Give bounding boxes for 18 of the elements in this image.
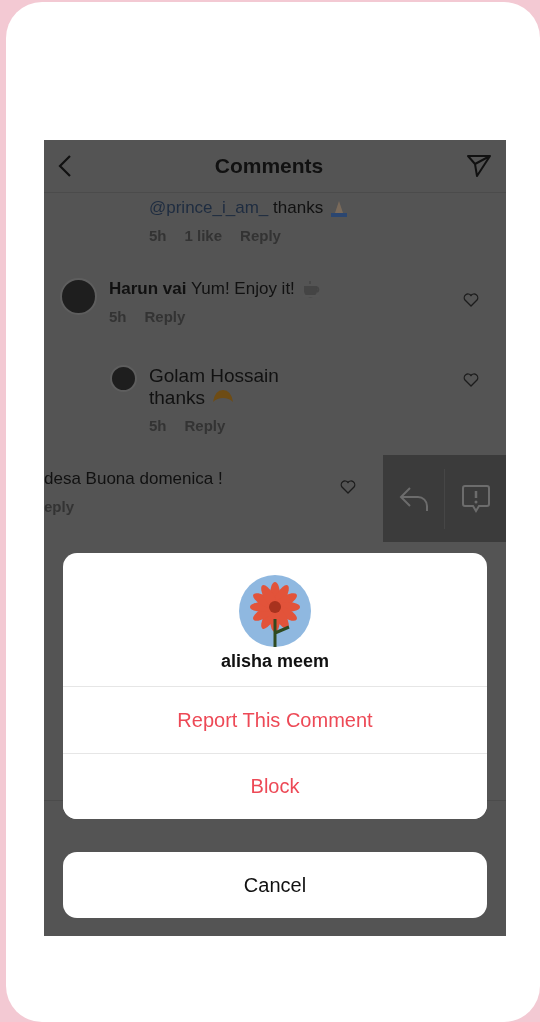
- heart-icon[interactable]: [463, 373, 479, 387]
- avatar[interactable]: [110, 365, 137, 392]
- comment-text: Harun vai Yum! Enjoy it!: [109, 278, 295, 300]
- avatar[interactable]: [60, 278, 97, 315]
- author-name: Golam Hossain: [149, 365, 279, 387]
- avatar-flower-photo: [239, 575, 311, 647]
- heart-icon[interactable]: [340, 480, 356, 494]
- user-name: alisha meem: [220, 651, 330, 672]
- comment-text: thanks: [149, 387, 205, 409]
- send-icon[interactable]: [466, 154, 492, 178]
- report-icon[interactable]: [460, 483, 491, 514]
- comment-text: desa Buona domenica !: [44, 468, 223, 490]
- heart-icon[interactable]: [463, 293, 479, 307]
- back-icon[interactable]: [58, 154, 72, 178]
- reply-arrow-icon[interactable]: [397, 485, 430, 512]
- cancel-button[interactable]: Cancel: [63, 852, 487, 918]
- sheet-action[interactable]: Block: [63, 753, 487, 819]
- page-title: Comments: [214, 154, 324, 178]
